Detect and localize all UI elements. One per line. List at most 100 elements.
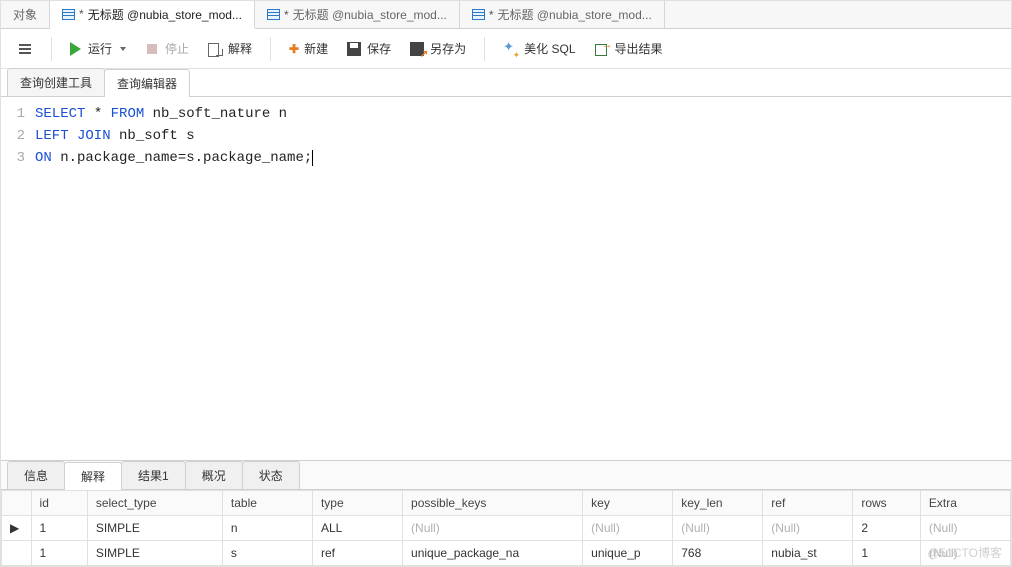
cell[interactable]: nubia_st [763, 541, 853, 566]
editor-subtabs: 查询创建工具 查询编辑器 [1, 69, 1011, 97]
table-row[interactable]: ▶1SIMPLEnALL(Null)(Null)(Null)(Null)2(Nu… [2, 516, 1011, 541]
table-row[interactable]: 1SIMPLEsrefunique_package_naunique_p768n… [2, 541, 1011, 566]
file-tab[interactable]: 对象 [1, 1, 50, 28]
tab-query-builder[interactable]: 查询创建工具 [7, 68, 105, 96]
result-tab[interactable]: 信息 [7, 461, 65, 489]
plus-icon: ✚ [289, 42, 299, 56]
cell[interactable]: (Null) [673, 516, 763, 541]
cell[interactable]: n [222, 516, 312, 541]
explain-result-grid[interactable]: idselect_typetabletypepossible_keyskeyke… [1, 490, 1011, 566]
column-header[interactable]: type [312, 491, 402, 516]
file-tab-label: 对象 [13, 6, 37, 23]
file-tab[interactable]: * 无标题 @nubia_store_mod... [255, 1, 460, 28]
run-button[interactable]: 运行 [64, 37, 132, 60]
hamburger-icon [17, 41, 33, 57]
column-header[interactable]: select_type [87, 491, 222, 516]
sql-code[interactable]: SELECT * FROM nb_soft_nature nLEFT JOIN … [35, 103, 1011, 456]
stop-button[interactable]: 停止 [138, 37, 195, 60]
result-tab[interactable]: 概况 [185, 461, 243, 489]
column-header[interactable]: Extra [920, 491, 1010, 516]
chevron-down-icon [120, 47, 126, 51]
new-label: 新建 [304, 40, 328, 57]
result-tab[interactable]: 状态 [242, 461, 300, 489]
table-icon [267, 9, 280, 20]
line-number: 3 [1, 147, 25, 169]
explain-button[interactable]: 解释 [201, 37, 258, 60]
line-number: 2 [1, 125, 25, 147]
separator [484, 37, 485, 61]
file-tab[interactable]: * 无标题 @nubia_store_mod... [460, 1, 665, 28]
save-label: 保存 [367, 40, 391, 57]
column-header[interactable]: table [222, 491, 312, 516]
file-tab[interactable]: * 无标题 @nubia_store_mod... [50, 1, 255, 29]
cell[interactable]: 1 [31, 516, 87, 541]
result-tab[interactable]: 解释 [64, 462, 122, 490]
row-pointer-header [2, 491, 32, 516]
cell[interactable]: SIMPLE [87, 516, 222, 541]
save-as-button[interactable]: 另存为 [403, 37, 472, 60]
save-icon [346, 41, 362, 57]
save-as-label: 另存为 [430, 40, 466, 57]
column-header[interactable]: rows [853, 491, 921, 516]
cell[interactable]: ref [312, 541, 402, 566]
stop-icon [144, 41, 160, 57]
run-label: 运行 [88, 40, 112, 57]
cell[interactable]: (Null) [763, 516, 853, 541]
file-tab-label: 无标题 @nubia_store_mod... [293, 6, 447, 23]
cell[interactable]: (Null) [583, 516, 673, 541]
cell[interactable]: ALL [312, 516, 402, 541]
column-header[interactable]: id [31, 491, 87, 516]
file-tab-label: 无标题 @nubia_store_mod... [498, 6, 652, 23]
result-tabs: 信息解释结果1概况状态 [1, 460, 1011, 490]
column-header[interactable]: key [583, 491, 673, 516]
code-line[interactable]: LEFT JOIN nb_soft s [35, 125, 1011, 147]
sql-editor[interactable]: 123 SELECT * FROM nb_soft_nature nLEFT J… [1, 97, 1011, 456]
cell[interactable]: unique_p [583, 541, 673, 566]
sparkle-icon [503, 41, 519, 57]
dirty-indicator: * [79, 7, 84, 21]
line-number-gutter: 123 [1, 103, 35, 456]
separator [51, 37, 52, 61]
row-pointer [2, 541, 32, 566]
export-icon [594, 41, 610, 57]
play-icon [70, 42, 81, 56]
table-icon [62, 9, 75, 20]
beautify-sql-button[interactable]: 美化 SQL [497, 37, 581, 60]
result-tab[interactable]: 结果1 [121, 461, 186, 489]
cell[interactable]: 768 [673, 541, 763, 566]
cell[interactable]: (Null) [920, 541, 1010, 566]
column-header[interactable]: possible_keys [403, 491, 583, 516]
stop-label: 停止 [165, 40, 189, 57]
beautify-label: 美化 SQL [524, 40, 575, 57]
row-pointer: ▶ [2, 516, 32, 541]
cell[interactable]: (Null) [403, 516, 583, 541]
file-tabs: 对象* 无标题 @nubia_store_mod...* 无标题 @nubia_… [1, 1, 1011, 29]
code-line[interactable]: ON n.package_name=s.package_name; [35, 147, 1011, 169]
column-header[interactable]: ref [763, 491, 853, 516]
cell[interactable]: SIMPLE [87, 541, 222, 566]
dirty-indicator: * [284, 8, 289, 22]
explain-label: 解释 [228, 40, 252, 57]
column-header[interactable]: key_len [673, 491, 763, 516]
code-line[interactable]: SELECT * FROM nb_soft_nature n [35, 103, 1011, 125]
cell[interactable]: (Null) [920, 516, 1010, 541]
export-result-button[interactable]: 导出结果 [588, 37, 669, 60]
table-icon [472, 9, 485, 20]
hamburger-menu-button[interactable] [11, 38, 39, 60]
export-label: 导出结果 [615, 40, 663, 57]
save-as-icon [409, 41, 425, 57]
file-tab-label: 无标题 @nubia_store_mod... [88, 6, 242, 23]
cell[interactable]: 1 [853, 541, 921, 566]
cell[interactable]: 2 [853, 516, 921, 541]
text-cursor [312, 150, 313, 166]
separator [270, 37, 271, 61]
toolbar: 运行 停止 解释 ✚ 新建 保存 另存为 美化 SQL 导出结果 [1, 29, 1011, 69]
line-number: 1 [1, 103, 25, 125]
cell[interactable]: s [222, 541, 312, 566]
cell[interactable]: unique_package_na [403, 541, 583, 566]
cell[interactable]: 1 [31, 541, 87, 566]
tab-query-editor[interactable]: 查询编辑器 [104, 69, 190, 97]
new-button[interactable]: ✚ 新建 [283, 37, 334, 60]
dirty-indicator: * [489, 8, 494, 22]
save-button[interactable]: 保存 [340, 37, 397, 60]
